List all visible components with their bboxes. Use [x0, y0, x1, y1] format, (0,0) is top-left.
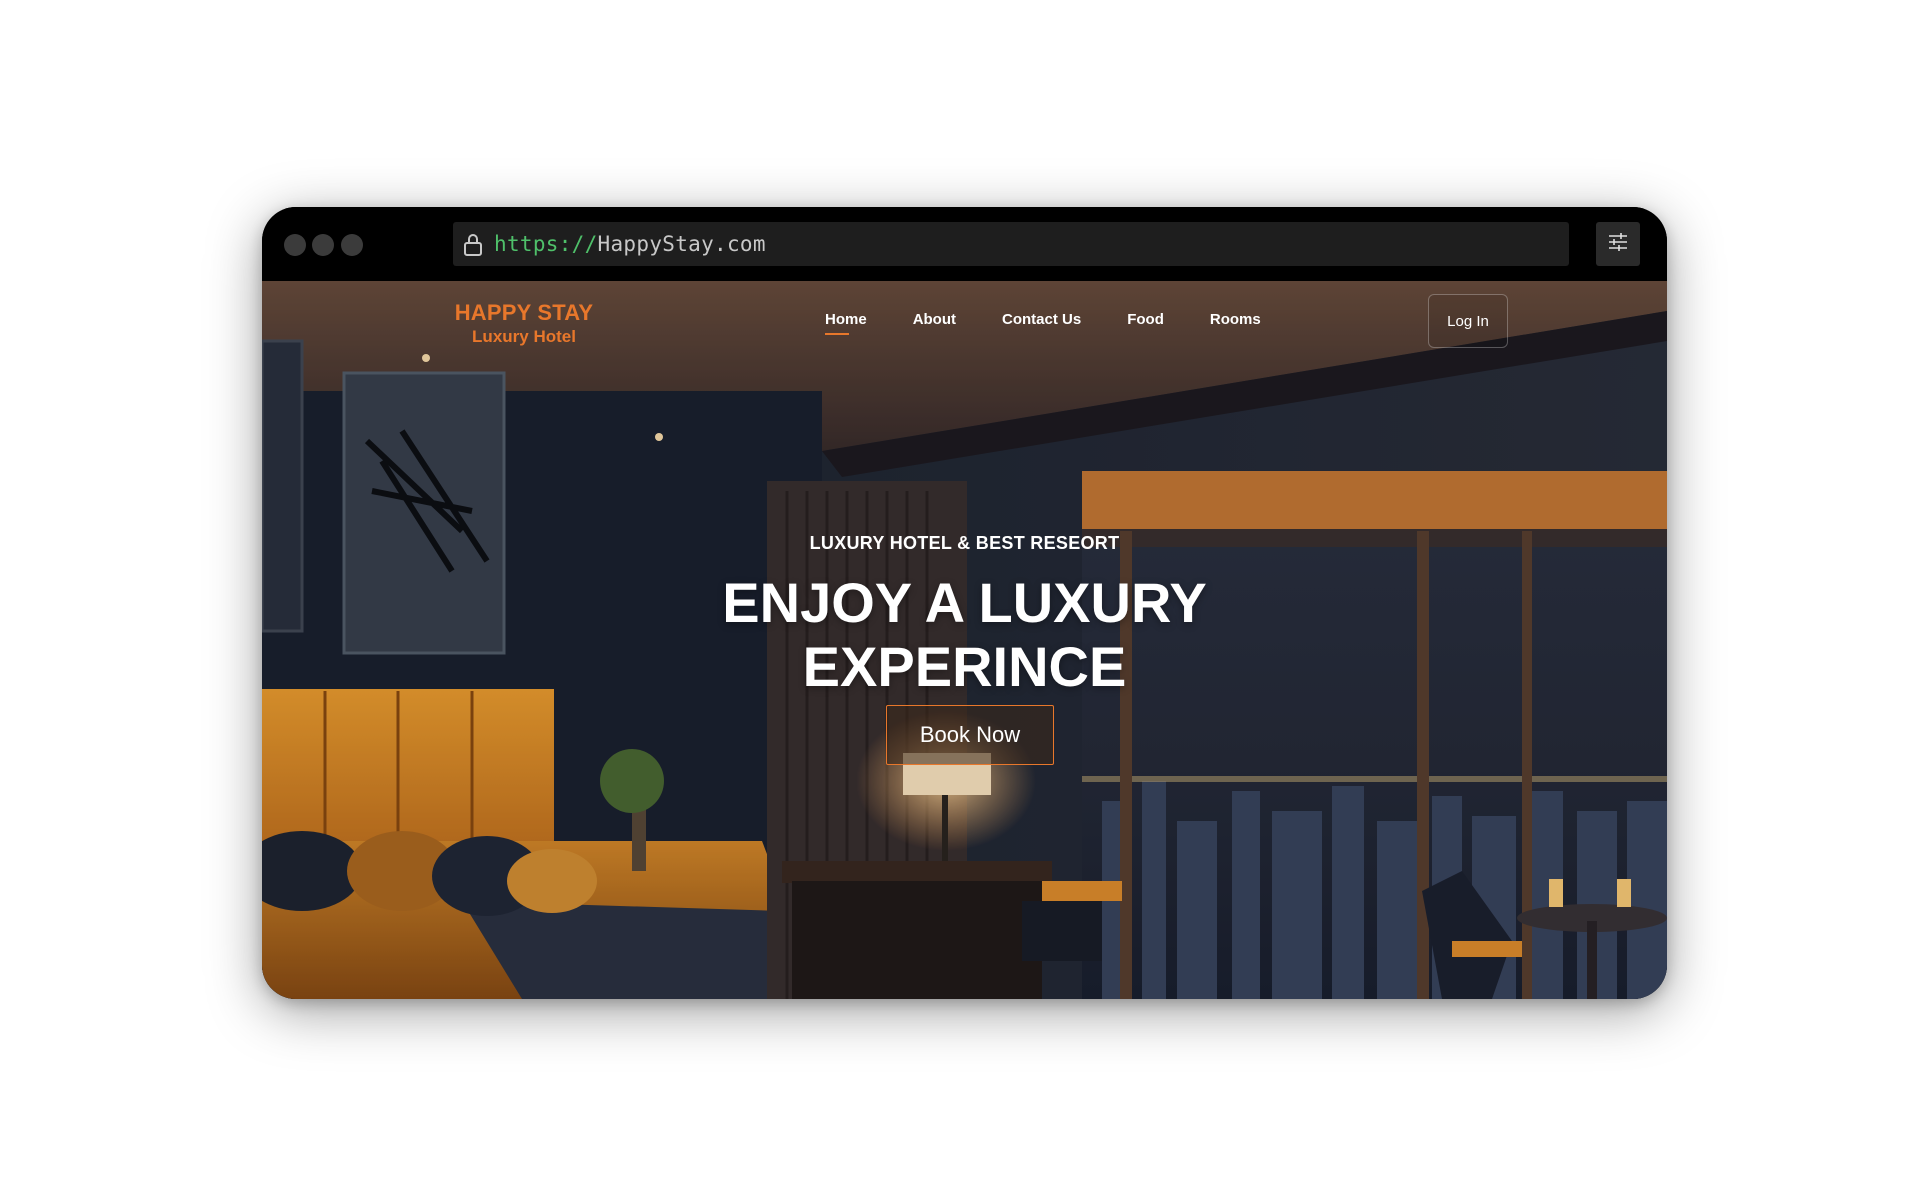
nav-home-link[interactable]: Home [825, 311, 867, 335]
browser-window: https://HappyStay.com HAPPY STAY Luxury … [262, 207, 1667, 999]
hero-headline: ENJOY A LUXURY EXPERINCE [262, 571, 1667, 699]
book-now-button[interactable]: Book Now [886, 705, 1054, 765]
window-maximize-dot[interactable] [341, 234, 363, 256]
window-close-dot[interactable] [284, 234, 306, 256]
lock-icon [462, 232, 484, 256]
nav-rooms-link[interactable]: Rooms [1210, 311, 1261, 328]
login-button[interactable]: Log In [1428, 294, 1508, 348]
browser-settings-button[interactable] [1596, 222, 1640, 266]
url-scheme: https:// [494, 232, 598, 256]
brand-subtitle: Luxury Hotel [472, 327, 576, 346]
main-nav: Home About Contact Us Food Rooms [825, 311, 1261, 335]
nav-contact-link[interactable]: Contact Us [1002, 311, 1081, 328]
sliders-icon [1607, 232, 1629, 257]
nav-about-link[interactable]: About [913, 311, 956, 328]
hero-eyebrow: LUXURY HOTEL & BEST RESEORT [809, 533, 1120, 553]
hotel-landing-page: HAPPY STAY Luxury Hotel Home About Conta… [262, 281, 1667, 999]
brand-name: HAPPY STAY [454, 300, 594, 325]
hero-headline-line2: EXPERINCE [802, 635, 1127, 698]
address-bar[interactable]: https://HappyStay.com [453, 222, 1569, 266]
address-url: https://HappyStay.com [494, 232, 766, 256]
nav-food-link[interactable]: Food [1127, 311, 1164, 328]
window-minimize-dot[interactable] [312, 234, 334, 256]
url-host: HappyStay.com [597, 232, 766, 256]
brand-logo[interactable]: HAPPY STAY Luxury Hotel [454, 300, 594, 347]
hero-headline-line1: ENJOY A LUXURY [722, 571, 1207, 634]
browser-chrome: https://HappyStay.com [262, 207, 1667, 281]
